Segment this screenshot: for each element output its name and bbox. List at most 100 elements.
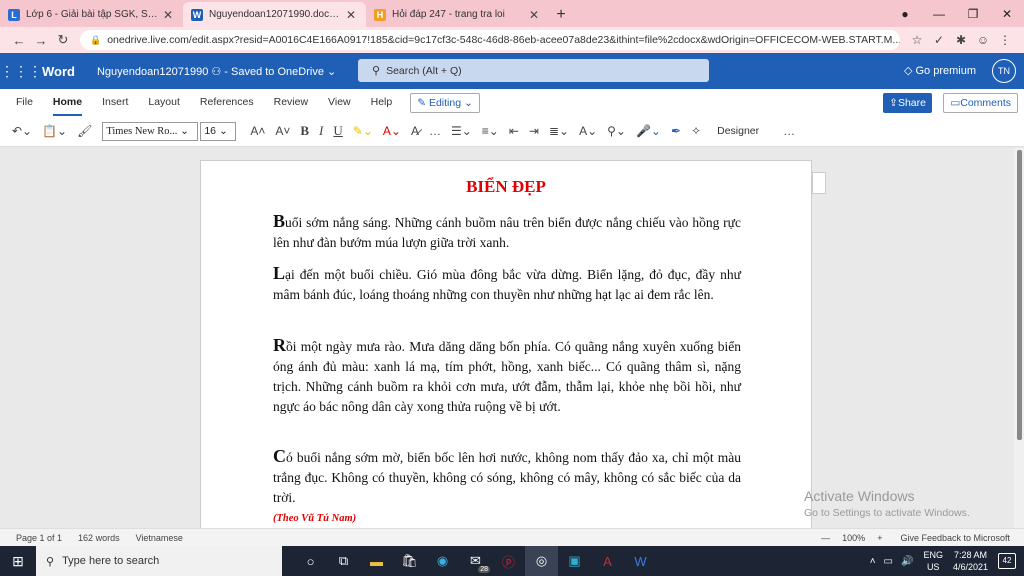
tab-help[interactable]: Help <box>371 89 393 116</box>
clock[interactable]: 7:28 AM 4/6/2021 <box>953 549 988 573</box>
go-premium-button[interactable]: ◇ Go premium <box>904 64 976 77</box>
back-icon[interactable]: ← <box>8 33 30 48</box>
mail-icon[interactable]: ✉ 28 <box>459 546 492 576</box>
font-name-select[interactable]: Times New Ro... ⌄ <box>102 121 199 141</box>
comment-icon: ▭ <box>950 97 961 109</box>
minimize-icon[interactable]: — <box>922 7 956 21</box>
grow-font-icon[interactable]: A˄ <box>250 124 265 138</box>
undo-icon[interactable]: ↶⌄ <box>12 124 32 138</box>
app-icon[interactable]: ▣ <box>558 546 591 576</box>
extension-avatar-icon[interactable]: ☺ <box>972 33 994 47</box>
profile-icon[interactable]: ● <box>888 7 922 21</box>
bold-button[interactable]: B <box>300 123 309 139</box>
zoom-out-icon[interactable]: — <box>821 533 830 543</box>
share-label: Share <box>897 97 926 109</box>
pinterest-icon[interactable]: ⓟ <box>492 546 525 576</box>
forward-icon[interactable]: → <box>30 33 52 48</box>
search-input[interactable]: ⚲ Search (Alt + Q) <box>358 59 709 82</box>
tab-file[interactable]: File <box>16 89 33 116</box>
app-launcher-icon[interactable]: ⋮⋮⋮ <box>0 63 42 80</box>
tab-references[interactable]: References <box>200 89 254 116</box>
windows-start-icon[interactable]: ⊞ <box>0 553 36 570</box>
menu-icon[interactable]: ⋮ <box>994 33 1016 47</box>
restore-icon[interactable]: ❐ <box>956 7 990 21</box>
designer-icon[interactable]: ✧ <box>691 124 701 138</box>
chrome-icon[interactable]: ◎ <box>525 546 558 576</box>
document-title: BIỂN ĐẸP <box>466 177 546 196</box>
paragraph[interactable]: Rồi một ngày mưa rào. Mưa dăng dăng bốn … <box>273 335 741 417</box>
reload-icon[interactable]: ↻ <box>52 32 74 48</box>
tab-review[interactable]: Review <box>274 89 308 116</box>
notification-center-icon[interactable]: 42 <box>998 553 1016 569</box>
dictate-icon[interactable]: 🎤⌄ <box>636 124 661 138</box>
tab-layout[interactable]: Layout <box>148 89 180 116</box>
font-color-icon[interactable]: A⌄ <box>383 124 401 138</box>
underline-button[interactable]: U <box>333 123 342 139</box>
browser-tab-2[interactable]: W Nguyendoan12071990.docx - Mi ✕ <box>183 2 366 27</box>
editing-mode-button[interactable]: ✎ Editing ⌄ <box>410 92 480 113</box>
search-placeholder: Search (Alt + Q) <box>386 64 462 77</box>
designer-button[interactable]: Designer <box>717 125 759 137</box>
app-name[interactable]: Word <box>42 64 75 79</box>
close-icon[interactable]: ✕ <box>161 8 175 22</box>
chevron-up-icon[interactable]: ˄ <box>870 556 876 567</box>
close-icon[interactable]: ✕ <box>527 8 541 22</box>
highlight-icon[interactable]: ✎⌄ <box>353 124 373 138</box>
volume-icon[interactable]: 🔊 <box>901 556 913 567</box>
more-options-icon[interactable]: … <box>783 124 795 138</box>
paragraph[interactable]: Lại đến một buổi chiều. Gió mùa đông bắc… <box>273 263 741 305</box>
find-icon[interactable]: ⚲⌄ <box>607 124 626 138</box>
star-icon[interactable]: ☆ <box>906 33 928 47</box>
cortana-icon[interactable]: ○ <box>294 546 327 576</box>
zoom-in-icon[interactable]: + <box>877 533 882 543</box>
store-icon[interactable]: 🛍 <box>393 546 426 576</box>
network-icon[interactable]: ▭ <box>884 556 893 567</box>
tab-title: Nguyendoan12071990.docx - Mi <box>209 9 344 20</box>
puzzle-icon[interactable]: ✱ <box>950 33 972 47</box>
file-explorer-icon[interactable]: ▬ <box>360 546 393 576</box>
clear-format-icon[interactable]: A̷ <box>411 124 419 138</box>
zoom-level[interactable]: 100% <box>842 533 865 543</box>
task-view-icon[interactable]: ⧉ <box>327 546 360 576</box>
comments-button[interactable]: ▭ Comments <box>943 93 1018 113</box>
more-icon[interactable]: … <box>429 124 441 138</box>
input-language[interactable]: ENG US <box>923 549 943 573</box>
format-painter-icon[interactable]: 🖌 <box>77 124 92 138</box>
paste-icon[interactable]: 📋⌄ <box>42 124 67 138</box>
align-icon[interactable]: ≣⌄ <box>549 124 569 138</box>
tab-view[interactable]: View <box>328 89 351 116</box>
paragraph[interactable]: Có buổi nắng sớm mờ, biển bốc lên hơi nư… <box>273 446 741 508</box>
bullets-icon[interactable]: ☰⌄ <box>451 124 472 138</box>
check-icon[interactable]: ✓ <box>928 33 950 47</box>
font-size-select[interactable]: 16 ⌄ <box>200 121 237 141</box>
comment-marker[interactable] <box>812 172 826 194</box>
close-window-icon[interactable]: ✕ <box>990 7 1024 21</box>
scrollbar-thumb[interactable] <box>1017 150 1022 440</box>
access-icon[interactable]: A <box>591 546 624 576</box>
word-count[interactable]: 162 words <box>78 533 120 543</box>
editor-icon[interactable]: ✒ <box>671 124 681 138</box>
increase-indent-icon[interactable]: ⇥ <box>529 124 539 138</box>
close-icon[interactable]: ✕ <box>344 8 358 22</box>
tab-home[interactable]: Home <box>52 89 83 116</box>
paragraph[interactable]: Buổi sớm nắng sáng. Những cánh buồm nâu … <box>273 211 741 253</box>
word-taskbar-icon[interactable]: W <box>624 546 657 576</box>
avatar[interactable]: TN <box>992 59 1016 83</box>
document-name[interactable]: Nguyendoan12071990 ⚇ - Saved to OneDrive… <box>97 65 336 78</box>
document-page[interactable]: BIỂN ĐẸP Buổi sớm nắng sáng. Những cánh … <box>200 160 812 528</box>
taskbar-search-input[interactable]: ⚲ Type here to search <box>36 546 282 576</box>
edge-icon[interactable]: ◉ <box>426 546 459 576</box>
italic-button[interactable]: I <box>319 123 323 139</box>
new-tab-button[interactable]: + <box>549 2 573 27</box>
browser-tab-3[interactable]: H Hỏi đáp 247 - trang tra loi ✕ <box>366 2 549 27</box>
share-button[interactable]: ⇪ Share <box>883 93 932 113</box>
tab-insert[interactable]: Insert <box>102 89 128 116</box>
numbering-icon[interactable]: ≡⌄ <box>482 124 499 138</box>
language[interactable]: Vietnamese <box>136 533 183 543</box>
decrease-indent-icon[interactable]: ⇤ <box>509 124 519 138</box>
shrink-font-icon[interactable]: A˅ <box>275 124 290 138</box>
browser-tab-1[interactable]: L Lớp 6 - Giải bài tập SGK, SBT lớp ✕ <box>0 2 183 27</box>
feedback-link[interactable]: Give Feedback to Microsoft <box>900 533 1010 543</box>
styles-icon[interactable]: A⌄ <box>579 124 597 138</box>
url-field[interactable]: 🔒 onedrive.live.com/edit.aspx?resid=A001… <box>80 30 900 50</box>
